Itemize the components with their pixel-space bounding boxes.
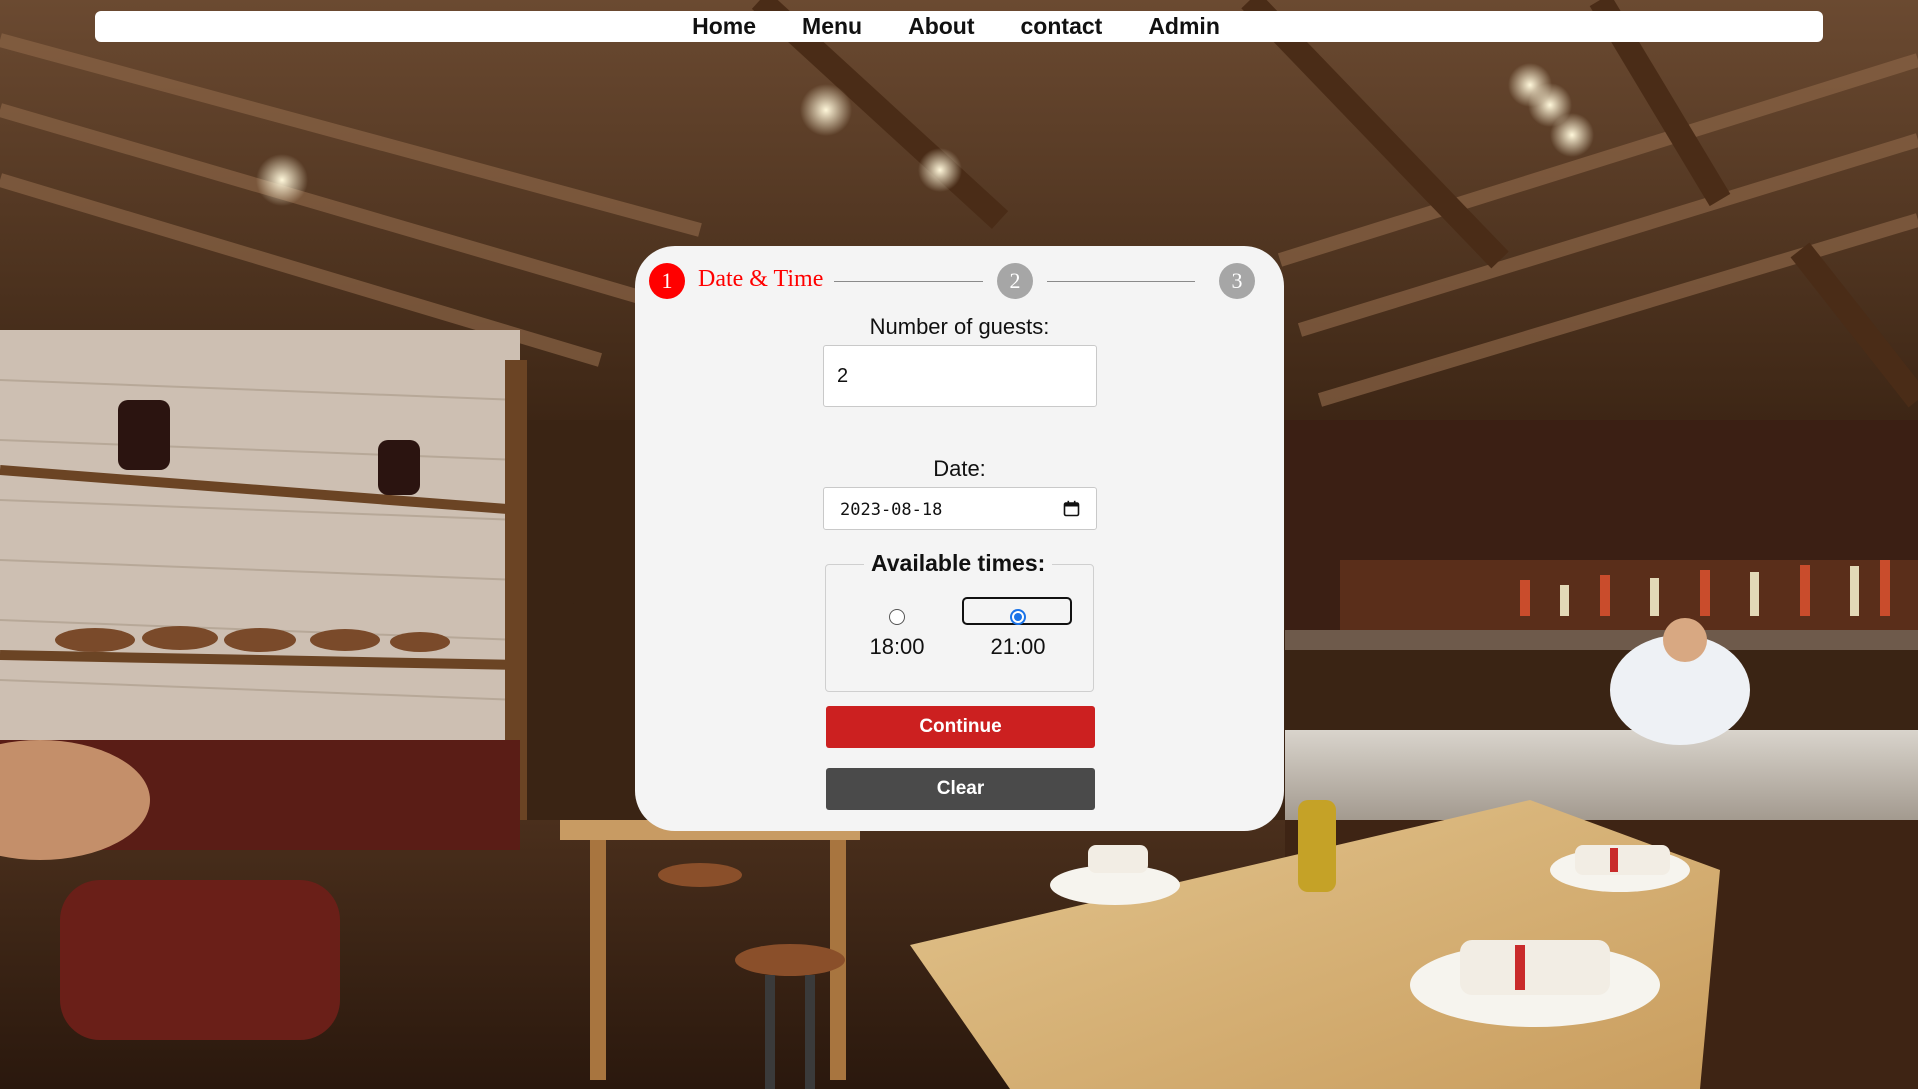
time-option-2100[interactable]: 21:00 — [962, 597, 1073, 660]
nav-link-about[interactable]: About — [908, 13, 974, 40]
page: Home Menu About contact Admin 1 Date & T… — [0, 0, 1918, 1089]
nav-link-contact[interactable]: contact — [1021, 13, 1103, 40]
date-value: 2023-08-18 — [840, 500, 943, 520]
time-label-1800: 18:00 — [869, 634, 925, 659]
nav-link-admin[interactable]: Admin — [1148, 13, 1220, 40]
step-connector-1 — [834, 281, 983, 282]
time-radio-1800[interactable] — [889, 609, 905, 625]
calendar-icon[interactable] — [1063, 500, 1080, 517]
step-2-indicator: 2 — [997, 263, 1033, 299]
step-3-indicator: 3 — [1219, 263, 1255, 299]
time-option-1800[interactable]: 18:00 — [842, 609, 952, 660]
time-label-2100: 21:00 — [990, 634, 1046, 659]
nav-link-home[interactable]: Home — [692, 13, 756, 40]
date-label: Date: — [933, 456, 986, 481]
available-times-legend: Available times: — [864, 550, 1053, 577]
step-1-indicator: 1 — [649, 263, 685, 299]
guests-label: Number of guests: — [869, 314, 1050, 339]
step-1-label: Date & Time — [698, 266, 824, 292]
time-radio-2100[interactable] — [1010, 609, 1026, 625]
reservation-card: 1 Date & Time 2 3 Number of guests: Date… — [635, 246, 1284, 831]
step-connector-2 — [1047, 281, 1195, 282]
nav-link-menu[interactable]: Menu — [802, 13, 862, 40]
guests-input[interactable] — [823, 345, 1097, 407]
date-input[interactable]: 2023-08-18 — [823, 487, 1097, 530]
top-navbar: Home Menu About contact Admin — [95, 11, 1823, 42]
progress-stepper: 1 Date & Time 2 3 — [649, 263, 1255, 299]
continue-button[interactable]: Continue — [826, 706, 1095, 748]
clear-button[interactable]: Clear — [826, 768, 1095, 810]
available-times-group: Available times: 18:00 21:00 — [825, 550, 1094, 692]
